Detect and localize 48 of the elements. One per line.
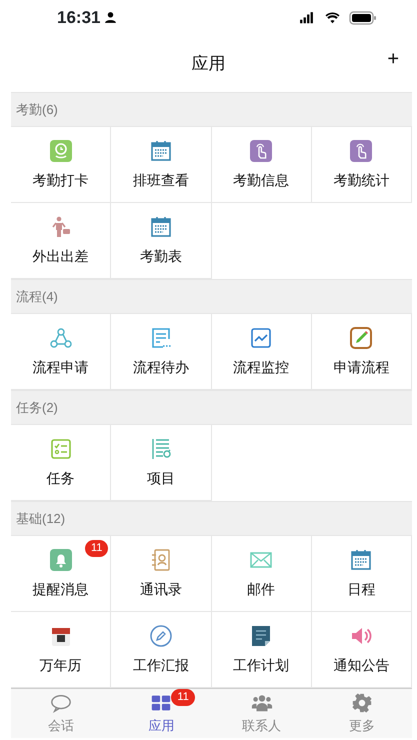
app-tile[interactable]: 考勤信息 <box>212 127 312 203</box>
chat-bubble-icon <box>50 692 72 714</box>
app-tile[interactable]: 通知公告 <box>312 612 412 688</box>
section-header: 流程(4) <box>11 279 412 313</box>
hand-pointer-icon <box>249 138 274 162</box>
signal-icon <box>297 10 316 24</box>
app-tile[interactable]: 邮件 <box>212 536 312 612</box>
app-tile[interactable]: 万年历 <box>11 612 112 688</box>
app-tile[interactable]: 考勤打卡 <box>11 127 112 203</box>
tab-item[interactable]: 应用 11 <box>111 689 212 739</box>
pencil-icon <box>349 326 374 350</box>
app-tile[interactable]: 工作计划 <box>212 612 312 688</box>
calendar-icon <box>148 214 173 238</box>
app-tile[interactable]: 流程申请 <box>11 314 112 390</box>
calendar-icon <box>349 548 374 572</box>
app-tile[interactable]: 通讯录 <box>111 536 212 612</box>
gear-icon <box>350 692 373 714</box>
page-title: 应用 <box>192 52 226 75</box>
network-icon <box>48 326 73 350</box>
app-tile[interactable]: 项目 <box>111 425 212 501</box>
bell-icon <box>48 548 73 572</box>
add-button[interactable]: + <box>383 49 403 69</box>
app-tile[interactable]: 考勤统计 <box>312 127 412 203</box>
checklist-icon <box>48 436 73 460</box>
wifi-icon <box>324 10 341 24</box>
app-tile[interactable]: 任务 <box>11 425 112 501</box>
calendar-icon <box>148 138 173 162</box>
app-tile[interactable]: 流程待办 <box>111 314 212 390</box>
count-badge: 11 <box>171 689 195 706</box>
section-header: 基础(12) <box>11 501 412 535</box>
section-header: 考勤(6) <box>11 92 412 126</box>
section-header: 任务(2) <box>11 390 412 424</box>
app-tile[interactable]: 日程 <box>312 536 412 612</box>
app-tile[interactable]: 外出出差 <box>11 203 112 279</box>
app-tile[interactable]: 工作汇报 <box>111 612 212 688</box>
location-pin-icon <box>48 138 73 162</box>
app-tile[interactable]: 申请流程 <box>312 314 412 390</box>
person-icon <box>104 11 118 24</box>
line-chart-icon <box>249 326 274 350</box>
count-badge: 11 <box>85 540 108 557</box>
app-tile[interactable]: 考勤表 <box>111 203 212 279</box>
pencil-circle-icon <box>148 624 173 648</box>
app-tile[interactable]: 排班查看 <box>111 127 212 203</box>
app-tile[interactable]: 提醒消息 11 <box>11 536 112 612</box>
app-tile[interactable]: 流程监控 <box>212 314 312 390</box>
battery-icon <box>349 10 377 24</box>
clock-time: 16:31 <box>57 6 100 29</box>
hand-pointer-icon <box>349 138 374 162</box>
